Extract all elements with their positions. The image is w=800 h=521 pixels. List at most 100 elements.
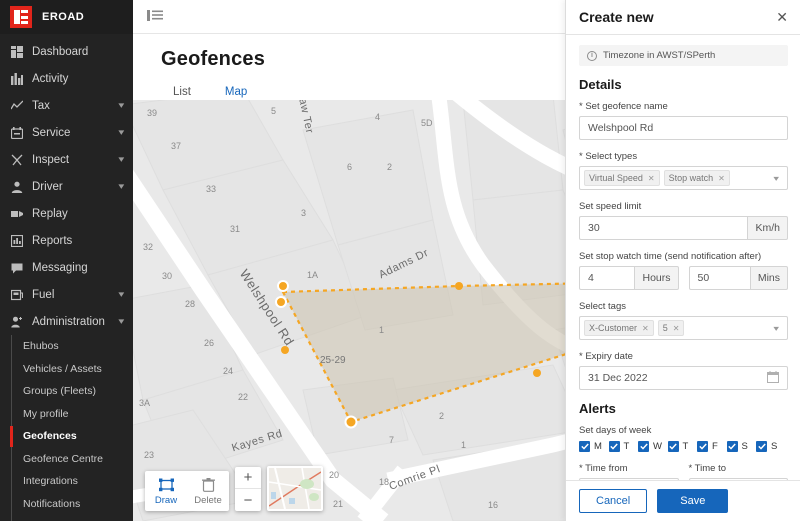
stopwatch-mins-input[interactable]: 50 — [688, 266, 751, 290]
expiry-date-value: 31 Dec 2022 — [588, 372, 648, 384]
calendar-icon[interactable] — [767, 370, 779, 386]
sub-item-label: Groups (Fleets) — [23, 385, 96, 398]
sidebar-item-label: Replay — [32, 207, 68, 220]
create-geofence-panel: Create new ✕ i Timezone in AWST/SPerth D… — [565, 0, 800, 521]
sidebar-item-administration[interactable]: Administration ▾ — [0, 308, 133, 335]
chip-remove-icon[interactable]: ✕ — [718, 174, 725, 183]
sidebar-item-geofences[interactable]: Geofences — [0, 425, 133, 448]
sidebar-item-messaging[interactable]: Messaging — [0, 254, 133, 281]
zoom-out-button[interactable]: − — [235, 489, 261, 511]
sidebar-item-tax[interactable]: Tax ▾ — [0, 92, 133, 119]
checkbox-icon[interactable] — [638, 441, 649, 452]
day-checkbox-fri[interactable]: F — [697, 441, 727, 452]
day-label: T — [623, 441, 630, 452]
sidebar-item-inspect[interactable]: Inspect ▾ — [0, 146, 133, 173]
chevron-down-icon[interactable]: ▾ — [773, 324, 784, 333]
chevron-down-icon: ▾ — [118, 181, 125, 191]
checkbox-icon[interactable] — [608, 441, 620, 452]
close-icon[interactable]: ✕ — [776, 10, 788, 24]
stopwatch-mins-group: 50 Mins — [688, 266, 788, 290]
chevron-down-icon: ▾ — [118, 100, 125, 110]
sidebar-item-my-profile[interactable]: My profile — [0, 403, 133, 426]
app-root: EROAD Dashboard Activity Tax ▾ Service ▾ — [0, 0, 800, 521]
sidebar-item-integrations[interactable]: Integrations — [0, 470, 133, 493]
sidebar-item-geofence-centre[interactable]: Geofence Centre — [0, 448, 133, 471]
panel-header: Create new ✕ — [566, 0, 800, 35]
stopwatch-hours-input[interactable]: 4 — [579, 266, 636, 290]
select-types-field: * Select types Virtual Speed ✕ Stop watch… — [579, 151, 788, 190]
reports-icon — [10, 234, 23, 247]
sidebar-item-label: Activity — [32, 72, 69, 85]
stopwatch-field: Set stop watch time (send notification a… — [579, 251, 788, 290]
sidebar-item-activity[interactable]: Activity — [0, 65, 133, 92]
time-from-label: * Time from — [579, 463, 628, 474]
minimap-thumbnail[interactable] — [267, 466, 323, 511]
sidebar-item-label: Reports — [32, 234, 73, 247]
days-of-week: M T W T F S S — [579, 441, 788, 452]
day-label: S — [741, 441, 748, 452]
expiry-date-field: * Expiry date 31 Dec 2022 — [579, 351, 788, 390]
day-checkbox-thu[interactable]: T — [667, 441, 698, 452]
sidebar-item-ehubos[interactable]: Ehubos — [0, 335, 133, 358]
cancel-button[interactable]: Cancel — [579, 489, 648, 513]
chevron-down-icon: ▾ — [118, 127, 125, 137]
sidebar-item-vehicles-assets[interactable]: Vehicles / Assets — [0, 358, 133, 381]
select-tags-label: Select tags — [579, 301, 626, 312]
zoom-in-button[interactable]: + — [235, 467, 261, 489]
tag-chip[interactable]: 5 ✕ — [657, 320, 685, 336]
draw-polygon-icon — [158, 478, 174, 492]
sidebar-item-reports[interactable]: Reports — [0, 227, 133, 254]
checkbox-icon[interactable] — [667, 441, 679, 452]
panel-title: Create new — [579, 9, 654, 25]
checkbox-icon[interactable] — [697, 441, 708, 452]
day-checkbox-wed[interactable]: W — [638, 441, 668, 452]
day-label: W — [653, 441, 662, 452]
geofence-name-input[interactable]: Welshpool Rd — [579, 116, 788, 140]
draw-button[interactable]: Draw — [145, 471, 187, 511]
speed-limit-field: Set speed limit 30 Km/h — [579, 201, 788, 240]
checkbox-icon[interactable] — [726, 441, 738, 452]
day-checkbox-mon[interactable]: M — [579, 441, 609, 452]
speed-limit-input[interactable]: 30 — [579, 216, 749, 240]
chip-remove-icon[interactable]: ✕ — [642, 324, 649, 333]
brand: EROAD — [0, 0, 133, 34]
save-button[interactable]: Save — [657, 489, 729, 513]
service-icon — [10, 126, 23, 139]
sidebar-item-service[interactable]: Service ▾ — [0, 119, 133, 146]
sidebar-item-mobile-devices[interactable]: Mobile devices — [0, 515, 133, 521]
geofence-name-label: * Set geofence name — [579, 101, 668, 112]
day-checkbox-tue[interactable]: T — [608, 441, 639, 452]
sidebar-item-dashboard[interactable]: Dashboard — [0, 38, 133, 65]
timezone-notice: i Timezone in AWST/SPerth — [579, 45, 788, 66]
speed-limit-label: Set speed limit — [579, 201, 642, 212]
draw-delete-card: Draw Delete — [145, 471, 229, 511]
day-checkbox-sun[interactable]: S — [756, 441, 786, 452]
sidebar-item-driver[interactable]: Driver ▾ — [0, 173, 133, 200]
stopwatch-mins-unit: Mins — [750, 266, 788, 290]
checkbox-icon[interactable] — [579, 441, 590, 452]
select-types-input[interactable]: Virtual Speed ✕ Stop watch ✕ ▾ — [579, 166, 788, 190]
chip-remove-icon[interactable]: ✕ — [673, 324, 680, 333]
select-tags-input[interactable]: X-Customer ✕ 5 ✕ ▾ — [579, 316, 788, 340]
time-range-row: * Time from * Time to — [579, 463, 788, 480]
speed-limit-group: 30 Km/h — [579, 216, 788, 240]
delete-button[interactable]: Delete — [187, 471, 229, 511]
expiry-date-input[interactable]: 31 Dec 2022 — [579, 366, 788, 390]
type-chip[interactable]: Virtual Speed ✕ — [584, 170, 660, 186]
sidebar-item-notifications[interactable]: Notifications — [0, 493, 133, 516]
day-checkbox-sat[interactable]: S — [726, 441, 757, 452]
type-chip[interactable]: Stop watch ✕ — [663, 170, 730, 186]
sidebar-item-label: Driver — [32, 180, 63, 193]
checkbox-icon[interactable] — [756, 441, 767, 452]
brand-name: EROAD — [42, 11, 85, 23]
sidebar-item-fuel[interactable]: Fuel ▾ — [0, 281, 133, 308]
tag-chip[interactable]: X-Customer ✕ — [584, 320, 654, 336]
chevron-down-icon[interactable]: ▾ — [773, 174, 784, 183]
sidebar-item-replay[interactable]: Replay — [0, 200, 133, 227]
collapse-sidebar-icon[interactable] — [146, 9, 164, 25]
replay-icon — [10, 207, 23, 220]
chip-remove-icon[interactable]: ✕ — [648, 174, 655, 183]
sidebar-item-groups-fleets[interactable]: Groups (Fleets) — [0, 380, 133, 403]
day-label: M — [594, 441, 602, 452]
geofence-name-field: * Set geofence name Welshpool Rd — [579, 101, 788, 140]
